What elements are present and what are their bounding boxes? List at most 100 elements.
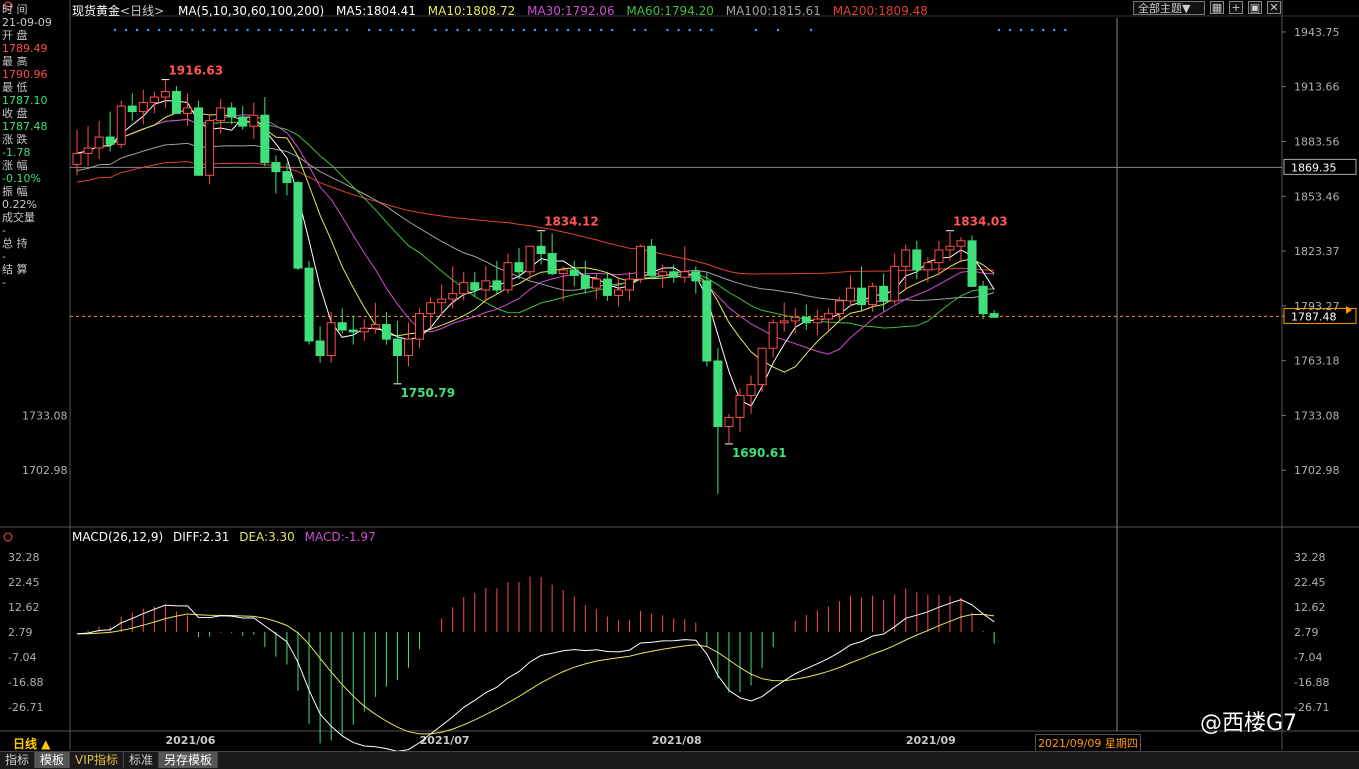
close-icon[interactable]: ✕: [1267, 1, 1281, 14]
macd-tick-label: -16.88: [1294, 676, 1329, 689]
candle-body: [868, 285, 878, 306]
signal-dot: [688, 28, 691, 32]
candle-body: [415, 313, 425, 340]
tab-standard[interactable]: 标准: [124, 752, 160, 768]
candle-body: [83, 147, 93, 154]
tab-save-template[interactable]: 另存模板: [159, 752, 219, 768]
candle-body: [536, 245, 546, 255]
signal-dot: [1053, 28, 1056, 32]
candle-body: [978, 285, 988, 315]
plus-icon[interactable]: +: [1229, 1, 1243, 14]
macd-tick-label-left: 12.62: [8, 601, 40, 614]
macd-settings-icon: [3, 532, 13, 542]
macd-params[interactable]: MACD(26,12,9): [72, 530, 163, 544]
signal-dot: [588, 28, 592, 32]
time-value: 21-09-09: [2, 16, 52, 29]
candle-body: [636, 245, 646, 280]
candle-body: [834, 300, 844, 315]
candle-body: [602, 278, 612, 296]
candle-body: [879, 285, 889, 302]
signal-dot: [467, 28, 470, 32]
candle-body: [680, 271, 690, 278]
macd-tick-label: -26.71: [1294, 701, 1329, 714]
macd-tick-label-left: -26.71: [8, 701, 43, 714]
candle-body: [779, 320, 789, 324]
price-tick-label: 1702.98: [1294, 464, 1340, 477]
high-annotation: 1916.63: [168, 64, 223, 78]
hold-value: -: [2, 250, 6, 263]
signal-dot: [345, 28, 349, 32]
candle-body: [459, 282, 469, 295]
candle-body: [326, 322, 336, 357]
dea-line: [76, 613, 995, 735]
signal-dot: [666, 28, 669, 32]
signal-dot: [997, 28, 1001, 32]
high-annotation: 1834.12: [544, 215, 599, 229]
ma-params[interactable]: MA(5,10,30,60,100,200): [178, 4, 324, 18]
signal-dot: [158, 28, 161, 32]
amp-label: 振 幅: [2, 185, 28, 198]
signal-dot: [180, 28, 183, 32]
month-label: 2021/08: [652, 734, 702, 747]
macd-tick-label-left: 2.79: [8, 626, 33, 639]
candle-body: [514, 262, 524, 273]
high-value: 1790.96: [2, 68, 48, 81]
period-button[interactable]: 日线 ▲: [13, 735, 50, 752]
candle-body: [282, 171, 292, 184]
candle-body: [183, 107, 192, 114]
signal-dot: [1064, 28, 1067, 32]
candle-body: [580, 274, 590, 289]
ma30-line: [76, 114, 995, 355]
theme-dropdown[interactable]: 全部主题▼: [1133, 1, 1205, 15]
close-value: 1787.48: [2, 120, 48, 133]
candle-body: [271, 162, 281, 173]
candle-body: [216, 107, 226, 122]
ma60-line: [76, 118, 995, 329]
signal-dot: [401, 28, 404, 32]
tab-templates[interactable]: 模板: [35, 752, 71, 768]
dea-value: DEA:3.30: [239, 530, 295, 544]
ma30-value: MA30:1792.06: [527, 4, 615, 18]
signal-dot: [169, 28, 172, 32]
candle-body: [757, 347, 767, 386]
candle-body: [569, 269, 579, 276]
signal-dot: [544, 28, 548, 32]
signal-dot: [809, 28, 813, 32]
diff-line: [76, 599, 995, 752]
change-value: -1.78: [2, 146, 31, 159]
crosshair-price-label: 1869.35: [1291, 161, 1337, 174]
signal-dot: [191, 28, 194, 32]
candle-body: [392, 338, 402, 357]
ma60-value: MA60:1794.20: [626, 4, 714, 18]
tab-indicators[interactable]: 指标: [0, 752, 36, 768]
signal-dot: [367, 28, 371, 32]
candle-body: [105, 136, 115, 145]
instrument-title[interactable]: 现货黄金: [72, 4, 120, 18]
time-label: 时 间: [2, 3, 28, 16]
amp-value: 0.22%: [2, 198, 37, 211]
signal-dot: [555, 28, 559, 32]
macd-tick-label-left: -16.88: [8, 676, 43, 689]
macd-tick-label: -7.04: [1294, 651, 1322, 664]
signal-dot: [611, 28, 614, 32]
signal-dot: [135, 28, 139, 32]
open-value: 1789.49: [2, 42, 48, 55]
candle-body: [912, 249, 922, 271]
signal-dot: [522, 28, 526, 32]
price-chart[interactable]: 1869.35 1787.48 1943.75 1913.66 1883.56 1853.…: [0, 0, 1359, 768]
candle-body: [923, 262, 933, 271]
macd-tick-label: 22.45: [1294, 576, 1326, 589]
candle-body: [138, 101, 148, 113]
signal-dot: [776, 28, 780, 32]
expand-icon[interactable]: ▣: [1248, 1, 1262, 14]
signal-dot: [1008, 28, 1012, 32]
grid-icon[interactable]: ▦: [1210, 1, 1224, 14]
signal-dot: [146, 28, 150, 32]
signal-dot: [754, 28, 758, 32]
candle-body: [591, 278, 601, 289]
open-label: 开 盘: [2, 29, 28, 42]
tab-vip-indicators[interactable]: VIP指标: [70, 752, 125, 768]
candle-body: [194, 107, 204, 176]
low-label: 最 低: [2, 81, 28, 94]
bottom-toolbar: 指标 模板 VIP指标 标准 另存模板: [0, 751, 1359, 769]
